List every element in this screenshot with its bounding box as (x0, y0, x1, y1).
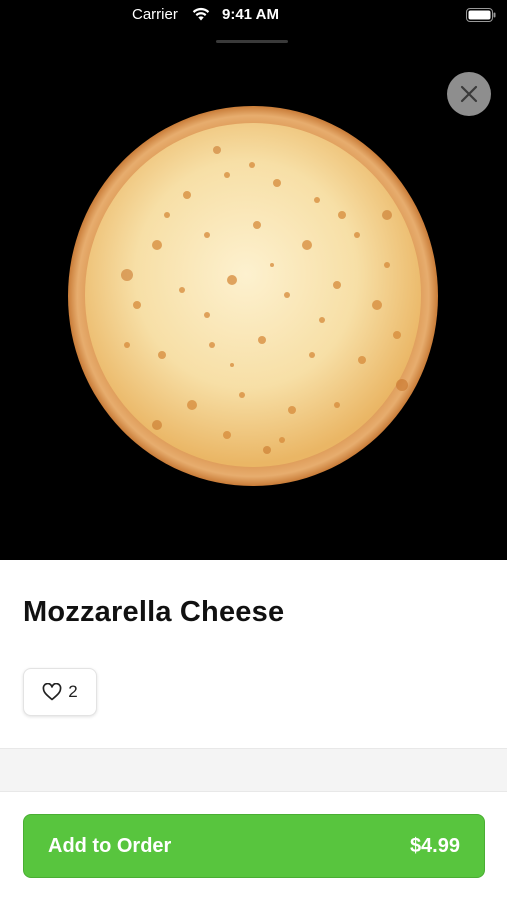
product-image-header: Carrier 9:41 AM (0, 0, 507, 560)
like-button[interactable]: 2 (23, 668, 97, 716)
carrier-label: Carrier (132, 6, 178, 23)
section-divider (0, 748, 507, 792)
add-to-order-label: Add to Order (48, 834, 172, 857)
close-icon (460, 85, 478, 103)
wifi-icon (192, 7, 210, 21)
close-button[interactable] (447, 72, 491, 116)
battery-icon (466, 8, 496, 22)
heart-outline-icon (42, 683, 62, 701)
clock-label: 9:41 AM (222, 6, 279, 23)
sheet-grabber-handle[interactable] (216, 40, 288, 43)
product-title: Mozzarella Cheese (23, 596, 285, 628)
like-count: 2 (68, 682, 78, 701)
add-to-order-button[interactable]: Add to Order $4.99 (23, 814, 485, 878)
status-bar: Carrier 9:41 AM (0, 0, 507, 30)
pizza-image (68, 106, 438, 486)
price-label: $4.99 (409, 834, 460, 857)
